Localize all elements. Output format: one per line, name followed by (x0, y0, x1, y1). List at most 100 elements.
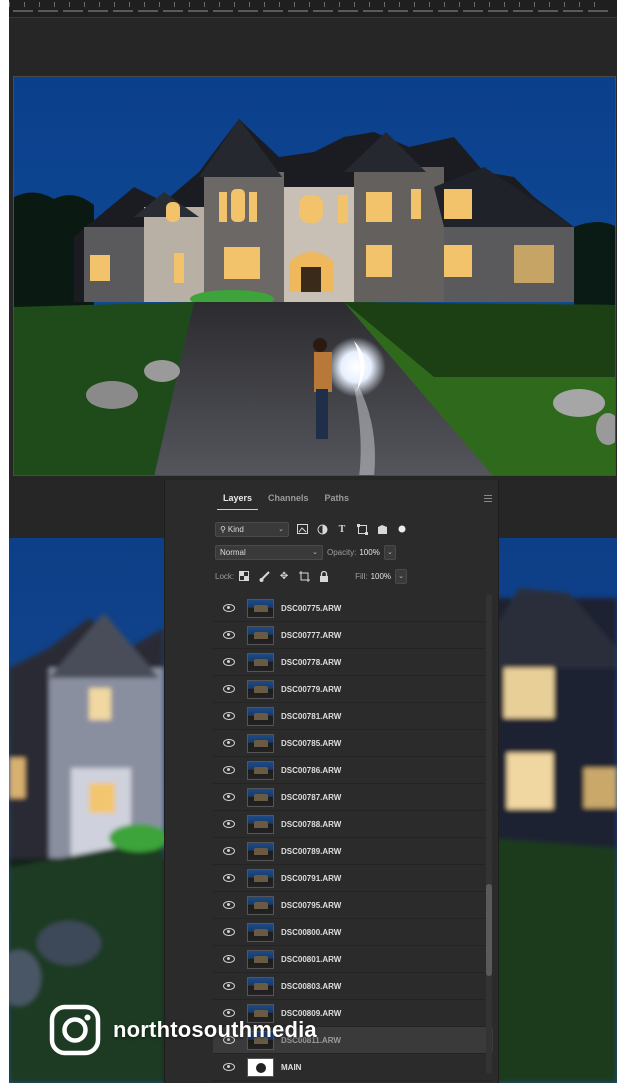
ruler-tick (204, 2, 205, 7)
eye-icon[interactable] (223, 1063, 235, 1071)
ruler-tick (309, 2, 310, 7)
eye-icon[interactable] (223, 766, 235, 774)
eye-icon[interactable] (223, 847, 235, 855)
layer-name: DSC00791.ARW (281, 873, 342, 883)
eye-icon[interactable] (223, 685, 235, 693)
ruler-label-mark (63, 10, 83, 12)
opacity-value[interactable]: 100% (359, 548, 379, 557)
filter-kind-dropdown[interactable]: ⚲ Kind ⌄ (215, 521, 289, 537)
lock-transparent-icon[interactable] (237, 569, 251, 583)
ruler-tick (369, 2, 370, 7)
filter-type-icon[interactable]: T (335, 522, 349, 536)
chevron-down-icon: ⌄ (278, 526, 284, 533)
ruler-label-mark (588, 10, 608, 12)
ruler-tick (114, 2, 115, 7)
ruler-tick (249, 2, 250, 7)
eye-icon[interactable] (223, 631, 235, 639)
filter-row: ⚲ Kind ⌄ T (215, 520, 409, 538)
ruler-tick (504, 2, 505, 7)
canvas-image-house[interactable] (13, 76, 616, 476)
layer-row[interactable]: MAIN (213, 1054, 493, 1081)
ruler-label-mark (88, 10, 108, 12)
eye-icon[interactable] (223, 793, 235, 801)
layer-row[interactable]: DSC00801.ARW (213, 946, 493, 973)
layers-scrollbar[interactable] (486, 594, 492, 1074)
ruler-label-mark (488, 10, 508, 12)
ruler-tick (174, 2, 175, 7)
fill-value[interactable]: 100% (371, 572, 391, 581)
ruler-tick (24, 2, 25, 7)
filter-toggle-icon[interactable] (395, 522, 409, 536)
layer-name: DSC00777.ARW (281, 630, 342, 640)
chevron-down-icon: ⌄ (386, 549, 393, 556)
layer-row[interactable]: DSC00781.ARW (213, 703, 493, 730)
ruler-tick (564, 2, 565, 7)
eye-icon[interactable] (223, 820, 235, 828)
eye-icon[interactable] (223, 955, 235, 963)
tab-paths[interactable]: Paths (319, 487, 356, 509)
ruler-tick (444, 2, 445, 7)
lock-row: Lock: ✥ Fill: 100% ⌄ (215, 567, 408, 585)
layer-row[interactable]: DSC00778.ARW (213, 649, 493, 676)
opacity-dropdown[interactable]: ⌄ (383, 544, 396, 560)
panel-menu-icon[interactable] (484, 495, 492, 504)
eye-icon[interactable] (223, 739, 235, 747)
layer-row[interactable]: DSC00795.ARW (213, 892, 493, 919)
eye-icon[interactable] (223, 874, 235, 882)
panel-tabs: Layers Channels Paths (165, 480, 500, 516)
tab-layers[interactable]: Layers (217, 487, 259, 510)
ruler-tick (549, 2, 550, 7)
filter-pixel-icon[interactable] (295, 522, 309, 536)
layer-row[interactable]: DSC00787.ARW (213, 784, 493, 811)
ruler-tick (579, 2, 580, 7)
layer-row[interactable]: DSC00788.ARW (213, 811, 493, 838)
layer-row[interactable]: DSC00803.ARW (213, 973, 493, 1000)
layer-thumbnail (247, 814, 274, 834)
scrollbar-thumb[interactable] (486, 884, 492, 976)
eye-icon[interactable] (223, 982, 235, 990)
layer-row[interactable]: DSC00789.ARW (213, 838, 493, 865)
ruler-label-mark (238, 10, 258, 12)
chevron-down-icon: ⌄ (398, 573, 405, 580)
layer-row[interactable]: DSC00779.ARW (213, 676, 493, 703)
layer-row[interactable]: DSC00786.ARW (213, 757, 493, 784)
blend-mode-dropdown[interactable]: Normal ⌄ (215, 544, 323, 560)
eye-icon[interactable] (223, 604, 235, 612)
lock-artboard-icon[interactable] (297, 569, 311, 583)
layer-row[interactable]: DSC00777.ARW (213, 622, 493, 649)
ruler-tick (294, 2, 295, 7)
house-photo (14, 77, 615, 475)
layer-row[interactable]: DSC00775.ARW (213, 595, 493, 622)
ruler-tick (339, 2, 340, 7)
layer-name: DSC00800.ARW (281, 927, 342, 937)
instagram-watermark: northtosouthmedia (49, 1004, 317, 1056)
ruler-tick (219, 2, 220, 7)
filter-smart-object-icon[interactable] (375, 522, 389, 536)
eye-icon[interactable] (223, 928, 235, 936)
layer-row[interactable]: DSC00800.ARW (213, 919, 493, 946)
layer-thumbnail (247, 841, 274, 861)
ruler-tick (39, 2, 40, 7)
ruler-label-mark (38, 10, 58, 12)
layer-row[interactable]: DSC00791.ARW (213, 865, 493, 892)
layer-row[interactable]: DSC00785.ARW (213, 730, 493, 757)
filter-shape-icon[interactable] (355, 522, 369, 536)
eye-icon[interactable] (223, 901, 235, 909)
layer-name: DSC00775.ARW (281, 603, 342, 613)
layer-thumbnail (247, 679, 274, 699)
eye-icon[interactable] (223, 712, 235, 720)
fill-dropdown[interactable]: ⌄ (395, 568, 408, 584)
layer-thumbnail (247, 652, 274, 672)
lock-all-icon[interactable] (317, 569, 331, 583)
lock-label: Lock: (215, 571, 235, 581)
lock-move-icon[interactable]: ✥ (277, 569, 291, 583)
ruler-tick (324, 2, 325, 7)
filter-adjustment-icon[interactable] (315, 522, 329, 536)
tab-channels[interactable]: Channels (262, 487, 315, 509)
chevron-down-icon: ⌄ (312, 549, 318, 556)
blend-mode-value: Normal (220, 547, 246, 557)
eye-icon[interactable] (223, 658, 235, 666)
layer-name: DSC00787.ARW (281, 792, 342, 802)
lock-brush-icon[interactable] (257, 569, 271, 583)
layer-name: DSC00803.ARW (281, 981, 342, 991)
